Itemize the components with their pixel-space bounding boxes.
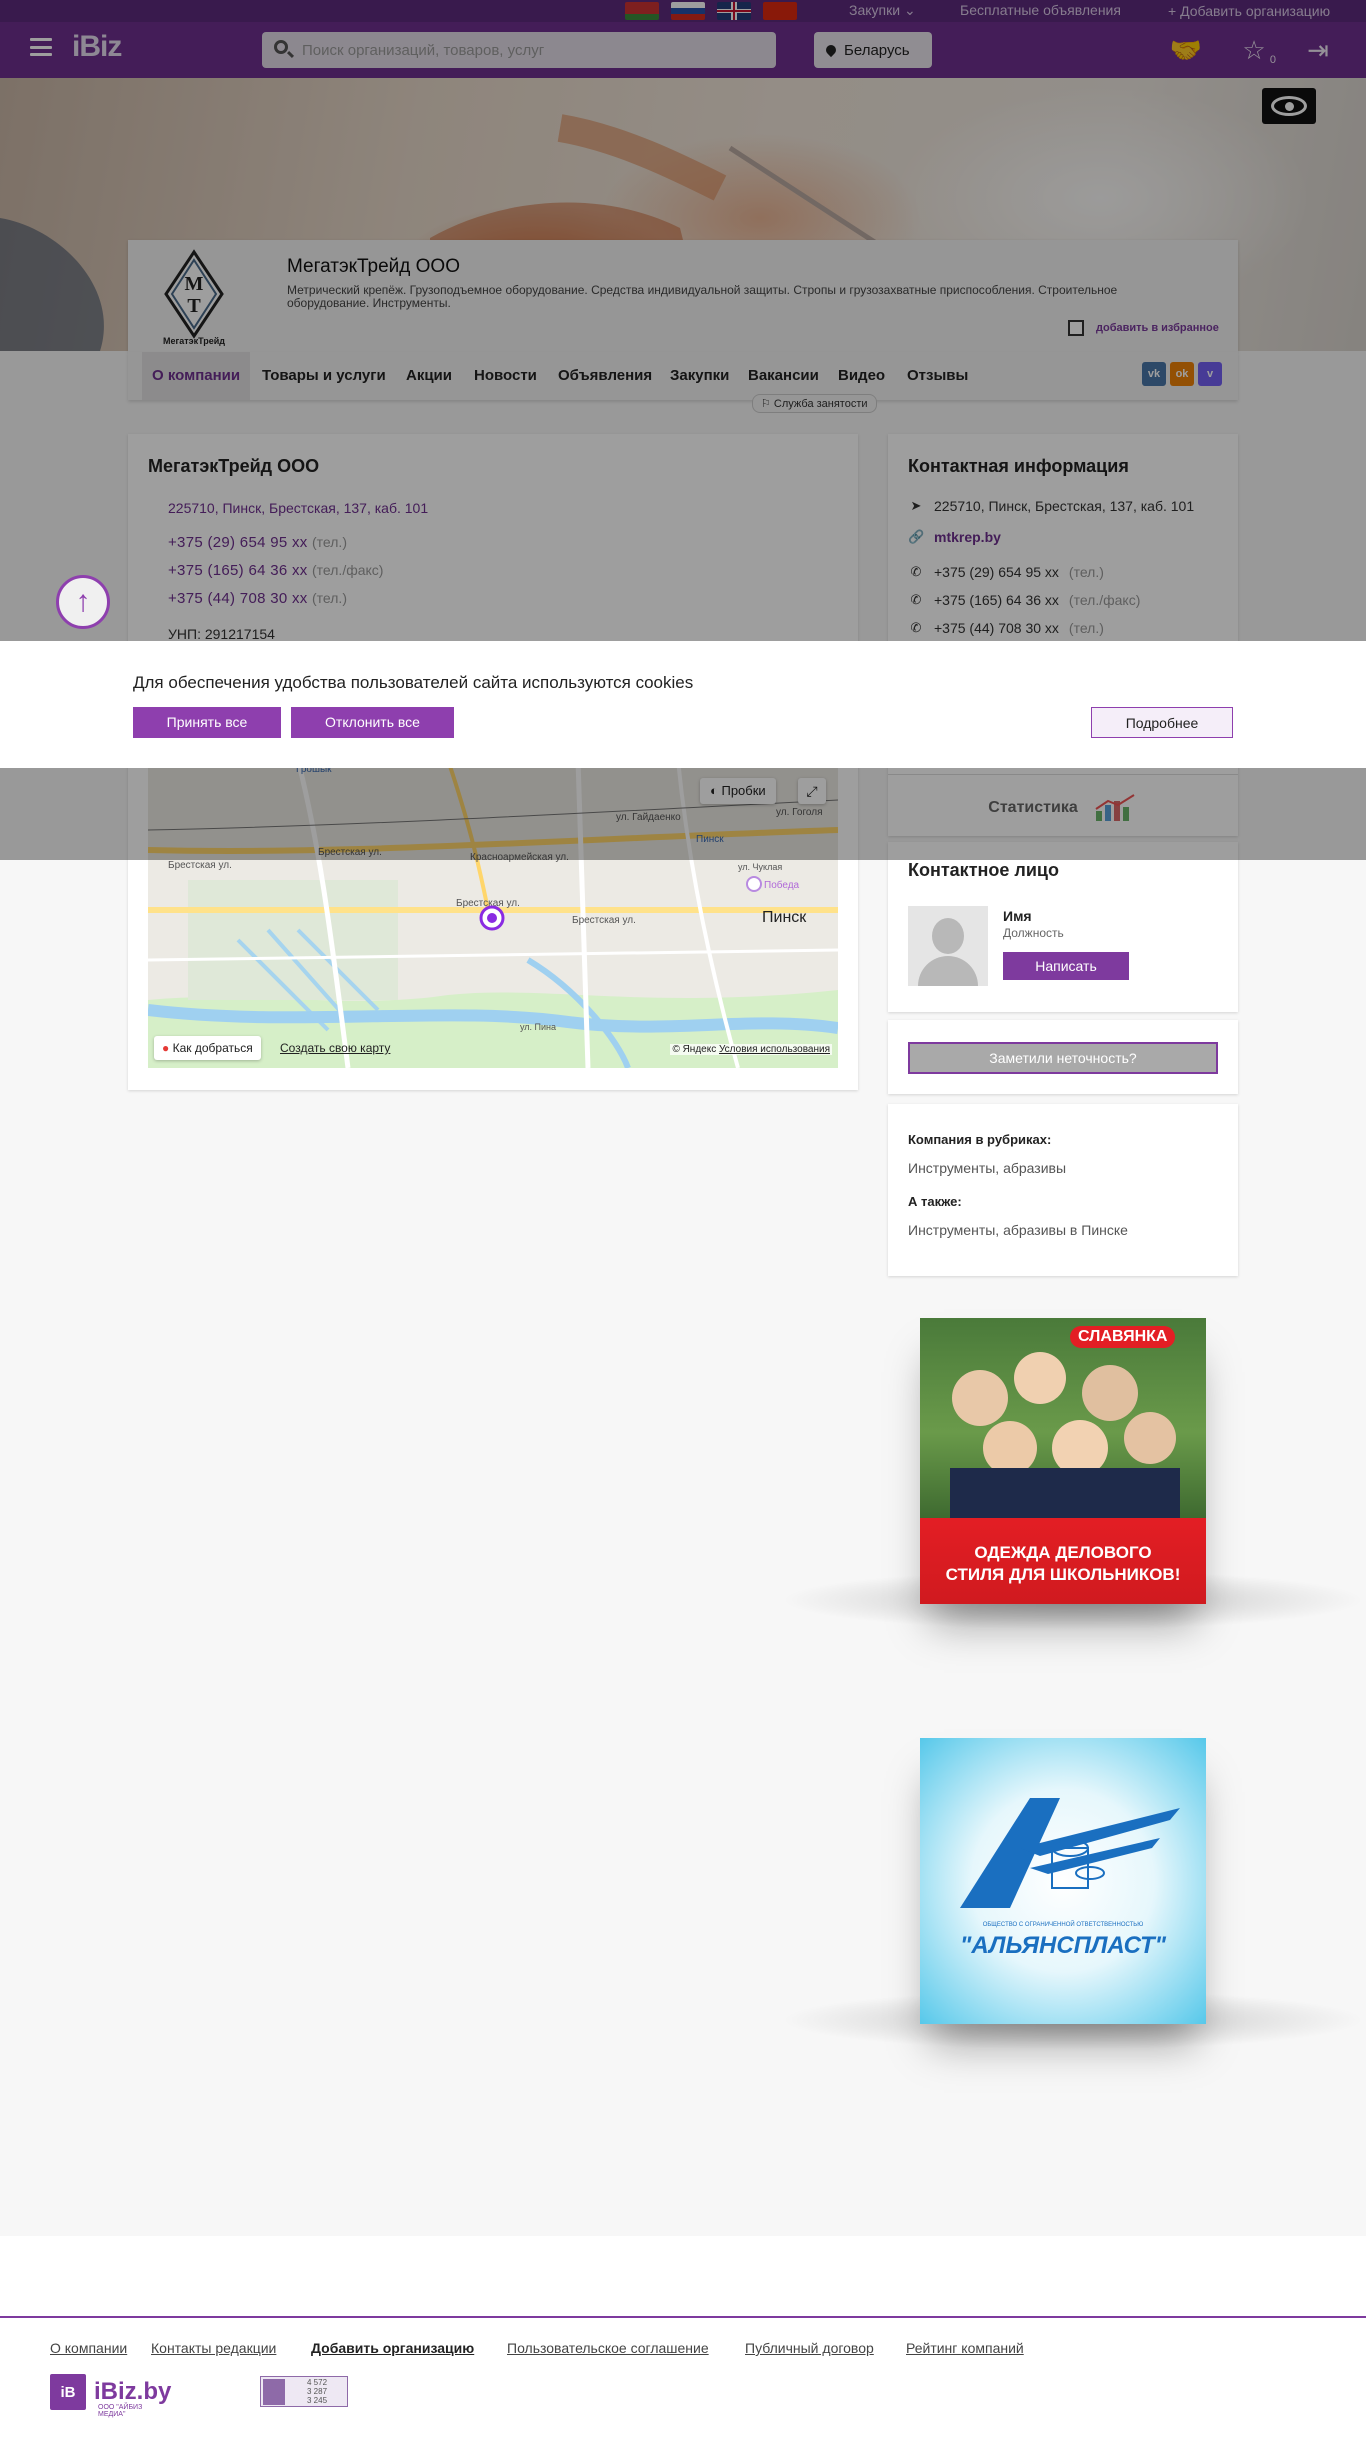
also-rubric-link[interactable]: Инструменты, абразивы в Пинске	[908, 1222, 1128, 1238]
map-copyright-text: © Яндекс	[672, 1044, 717, 1055]
footer: О компании Контакты редакции Добавить ор…	[0, 2236, 1366, 2440]
map-city-label: Пинск	[762, 909, 807, 926]
rubrics-panel: Компания в рубриках: Инструменты, абрази…	[888, 1104, 1238, 1276]
aliansplast-ad-banner[interactable]: ОБЩЕСТВО С ОГРАНИЧЕННОЙ ОТВЕТСТВЕННОСТЬЮ…	[920, 1738, 1206, 2024]
more-details-button[interactable]: Подробнее	[1091, 707, 1233, 738]
contact-person-title: Контактное лицо	[908, 860, 1059, 880]
slavyanka-brand: СЛАВЯНКА	[1070, 1326, 1176, 1348]
caption-line: СТИЛЯ ДЛЯ ШКОЛЬНИКОВ!	[945, 1565, 1181, 1584]
map-street-label: Брестская ул.	[572, 915, 636, 926]
footer-link-rating[interactable]: Рейтинг компаний	[906, 2340, 1024, 2356]
footer-logo[interactable]: iB iBiz.by ООО "АЙБИЗ МЕДИА"	[50, 2374, 172, 2418]
aliansplast-small-caption: ОБЩЕСТВО С ОГРАНИЧЕННОЙ ОТВЕТСТВЕННОСТЬЮ	[982, 1922, 1144, 1928]
route-button[interactable]: ● Как добраться	[154, 1036, 261, 1060]
avatar	[908, 906, 988, 986]
report-inaccuracy-button[interactable]: Заметили неточность?	[908, 1042, 1218, 1074]
map-poi-label: Победа	[764, 879, 800, 891]
decline-all-button[interactable]: Отклонить все	[291, 707, 454, 738]
footer-link-about[interactable]: О компании	[50, 2340, 127, 2356]
slavyanka-caption: ОДЕЖДА ДЕЛОВОГО СТИЛЯ ДЛЯ ШКОЛЬНИКОВ!	[920, 1542, 1206, 1586]
route-pin-icon: ●	[162, 1041, 170, 1055]
counter-value: 3 245	[307, 2396, 328, 2405]
map-street-label: ул. Чуклая	[738, 862, 782, 872]
cookie-message: Для обеспечения удобства пользователей с…	[133, 673, 694, 692]
cookie-banner: Для обеспечения удобства пользователей с…	[0, 641, 1366, 768]
write-message-button[interactable]: Написать	[1003, 952, 1129, 980]
person-name: Имя	[1003, 908, 1032, 924]
slavyanka-ad-banner[interactable]: СЛАВЯНКА ОДЕЖДА ДЕЛОВОГО СТИЛЯ ДЛЯ ШКОЛЬ…	[920, 1318, 1206, 1604]
footer-link-contacts[interactable]: Контакты редакции	[151, 2340, 276, 2356]
person-position: Должность	[1003, 926, 1064, 940]
map-street-label: ул. Пина	[520, 1022, 556, 1032]
counter-value: 3 287	[307, 2387, 328, 2396]
footer-logo-mark: iB	[50, 2374, 86, 2410]
footer-logo-subtitle: ООО "АЙБИЗ МЕДИА"	[98, 2404, 143, 2418]
footer-divider	[0, 2316, 1366, 2318]
ad-children-photo	[950, 1352, 1180, 1518]
map-copyright: © Яндекс Условия использования	[670, 1044, 832, 1055]
contact-person-panel: Контактное лицо Имя Должность Написать	[888, 842, 1238, 1012]
footer-link-contract[interactable]: Публичный договор	[745, 2340, 874, 2356]
counter-values: 4 572 3 287 3 245	[307, 2378, 327, 2405]
accept-all-button[interactable]: Принять все	[133, 707, 281, 738]
scroll-up-arrow-icon[interactable]: ↑	[56, 575, 110, 629]
map-street-label: Брестская ул.	[168, 860, 232, 871]
footer-link-add-org[interactable]: Добавить организацию	[311, 2340, 474, 2356]
create-map-link[interactable]: Создать свою карту	[280, 1041, 390, 1055]
rubrics-title: Компания в рубриках:	[908, 1132, 1052, 1147]
caption-line: ОДЕЖДА ДЕЛОВОГО	[974, 1543, 1152, 1562]
also-title: А также:	[908, 1194, 962, 1209]
counter-value: 4 572	[307, 2378, 328, 2387]
rubric-link[interactable]: Инструменты, абразивы	[908, 1160, 1066, 1176]
visit-counter[interactable]: 4 572 3 287 3 245	[260, 2376, 348, 2407]
footer-link-agreement[interactable]: Пользовательское соглашение	[507, 2340, 709, 2356]
aliansplast-brand: "АЛЬЯНСПЛАСТ"	[959, 1932, 1167, 1959]
map-terms-link[interactable]: Условия использования	[719, 1044, 830, 1055]
footer-logo-name: iBiz.by	[94, 2378, 172, 2405]
route-label: Как добраться	[172, 1041, 253, 1055]
counter-icon	[263, 2379, 285, 2405]
report-panel: Заметили неточность?	[888, 1020, 1238, 1094]
